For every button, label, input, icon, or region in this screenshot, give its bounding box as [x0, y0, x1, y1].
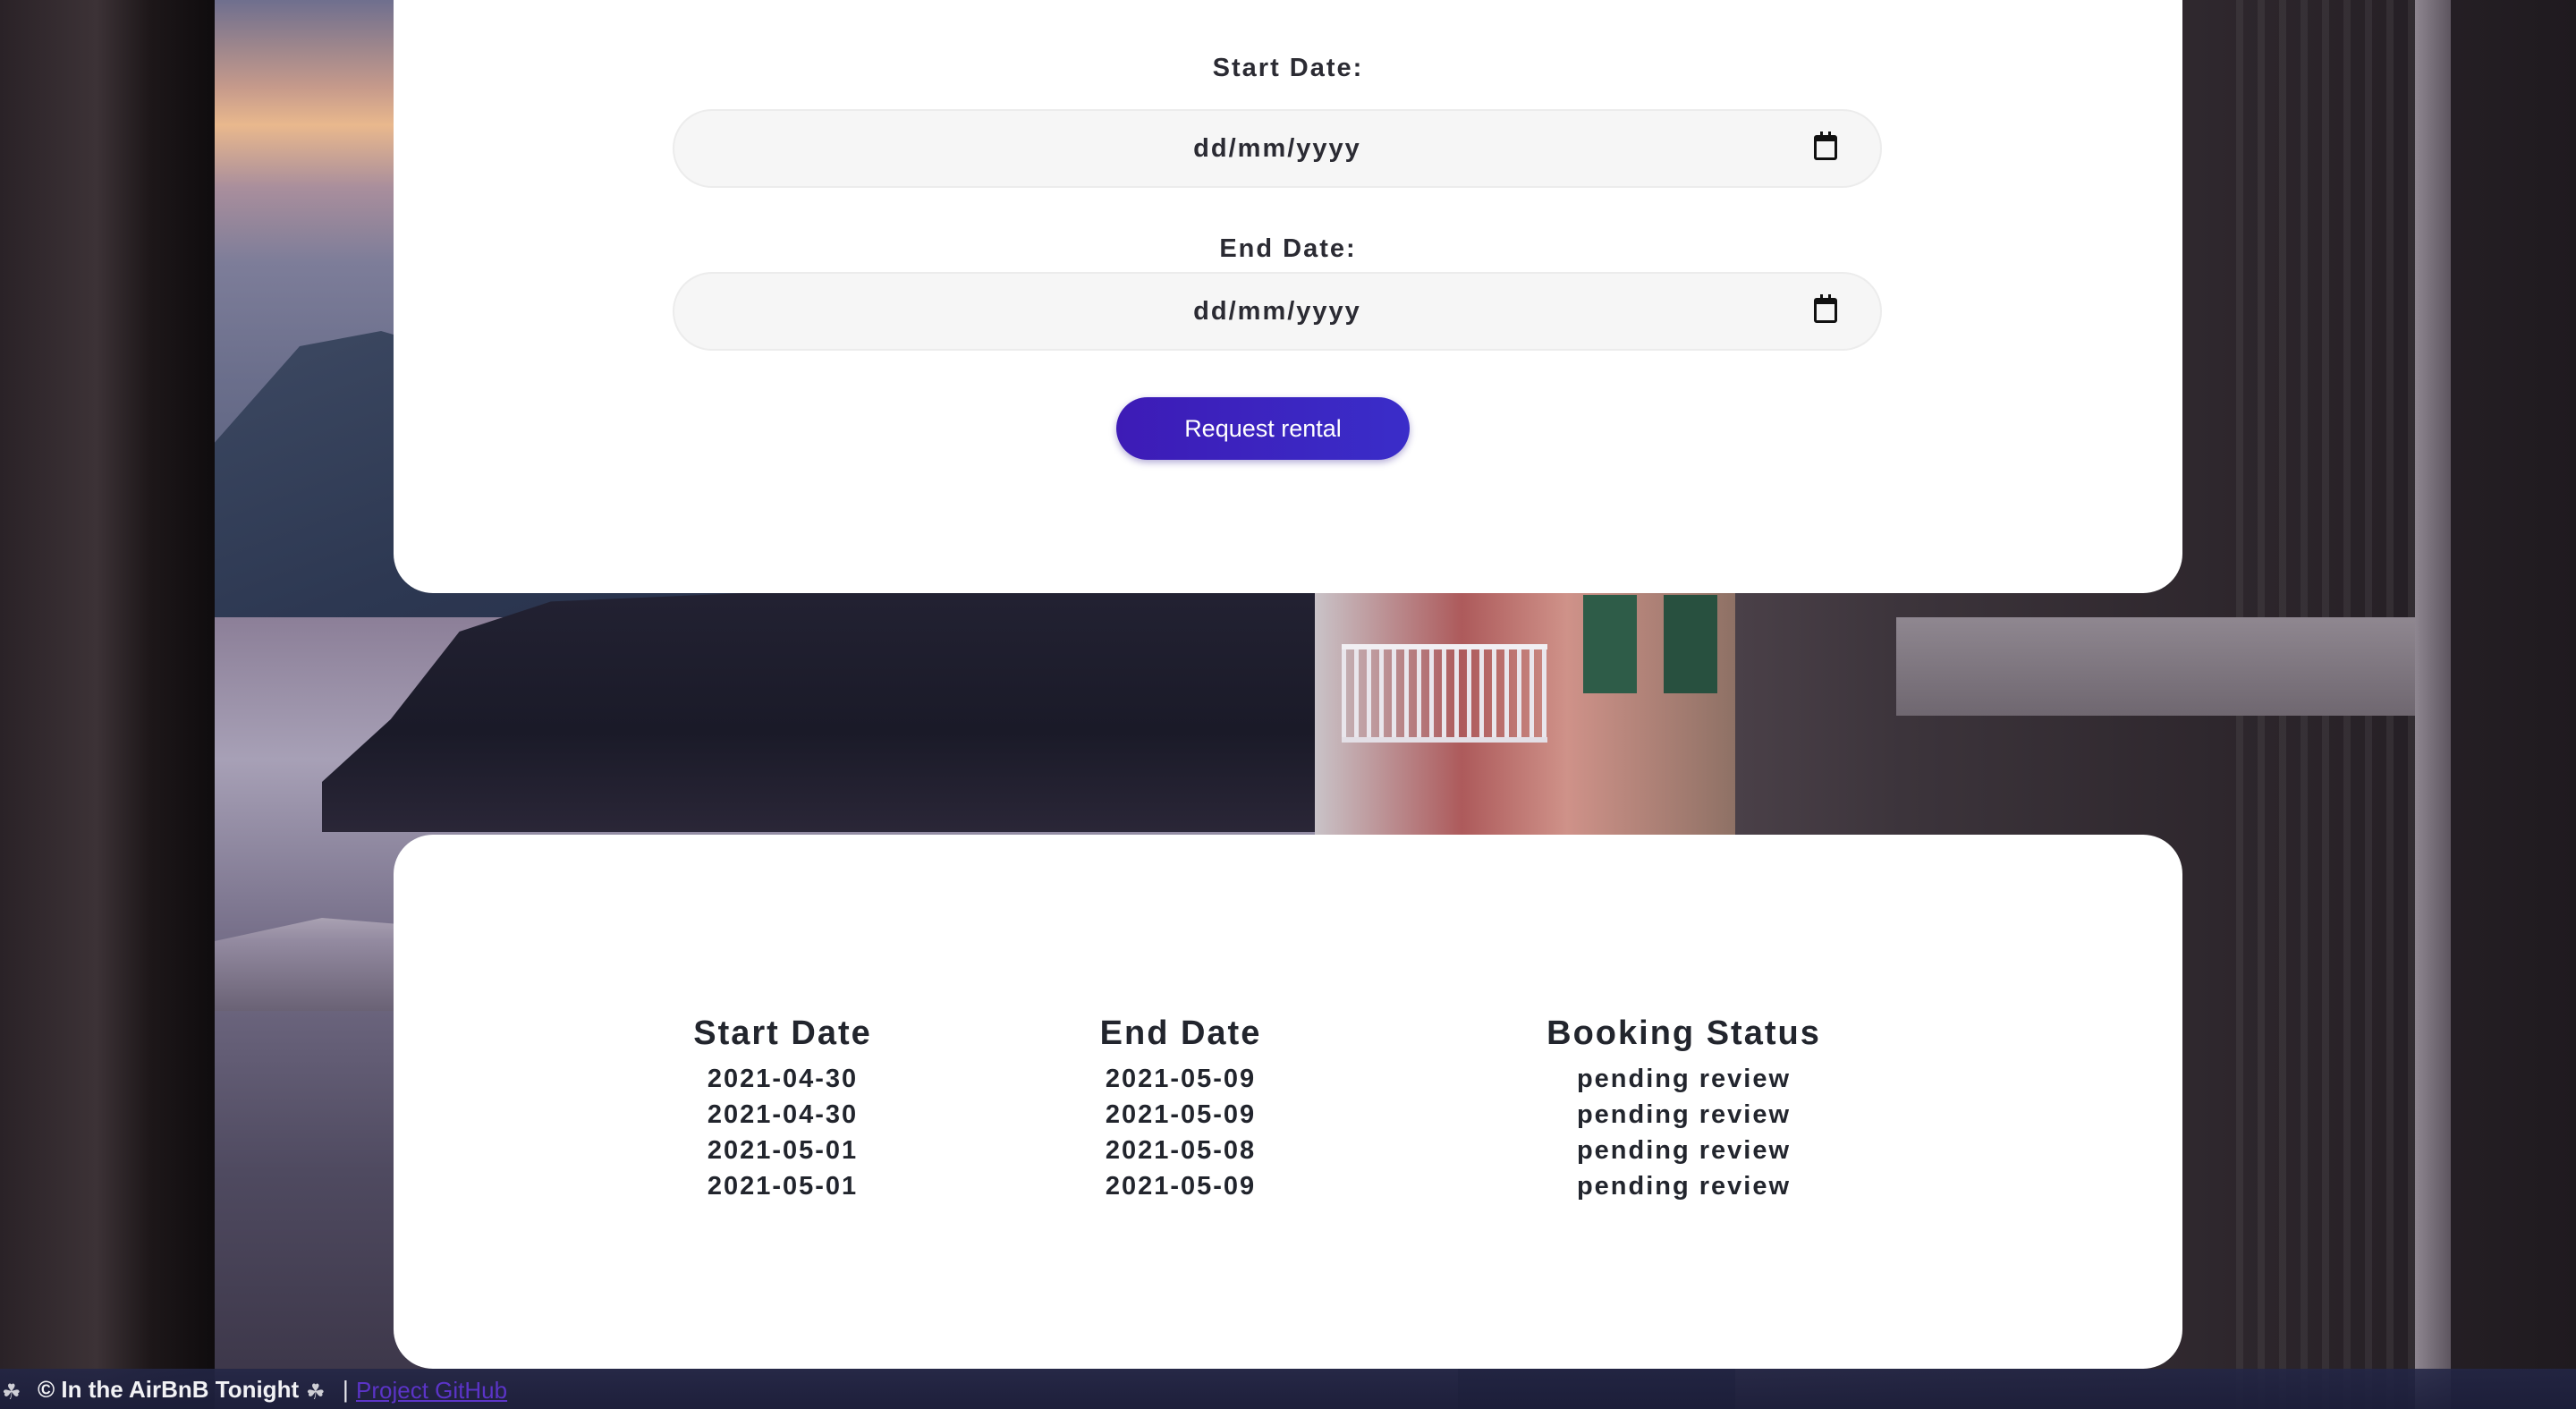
balcony	[1342, 644, 1547, 743]
table-cell-end-date: 2021-05-08	[1105, 1136, 1257, 1165]
end-date-label: End Date:	[1219, 234, 1357, 263]
table-cell-status: pending review	[1576, 1172, 1792, 1201]
end-date-input[interactable]: dd/mm/yyyy	[673, 272, 1882, 351]
window-shutter	[1583, 595, 1637, 693]
table-cell-start-date: 2021-04-30	[707, 1100, 859, 1129]
leaf-icon: ☘	[306, 1380, 326, 1405]
table-cell-end-date: 2021-05-09	[1105, 1065, 1257, 1093]
footer: ☘ © In the AirBnB Tonight ☘ | Project Gi…	[0, 1369, 2576, 1409]
project-github-link[interactable]: Project GitHub	[356, 1377, 507, 1405]
table-cell-status: pending review	[1576, 1100, 1792, 1129]
window-frame-bar	[1896, 617, 2433, 716]
leaf-icon: ☘	[2, 1380, 21, 1405]
table-cell-end-date: 2021-05-09	[1105, 1100, 1257, 1129]
window-frame-left	[0, 0, 215, 1409]
start-date-label: Start Date:	[1212, 54, 1364, 82]
column-header-start-date: Start Date	[693, 1014, 872, 1052]
column-header-booking-status: Booking Status	[1546, 1014, 1821, 1052]
window-frame-post	[2415, 0, 2451, 1409]
request-rental-button[interactable]: Request rental	[1116, 397, 1410, 460]
table-cell-start-date: 2021-04-30	[707, 1065, 859, 1093]
column-header-end-date: End Date	[1099, 1014, 1262, 1052]
calendar-icon[interactable]	[1814, 132, 1837, 160]
table-cell-end-date: 2021-05-09	[1105, 1172, 1257, 1201]
table-cell-status: pending review	[1576, 1065, 1792, 1093]
table-cell-start-date: 2021-05-01	[707, 1136, 859, 1165]
bookings-card	[394, 835, 2182, 1369]
footer-copyright: © In the AirBnB Tonight	[38, 1376, 300, 1403]
end-date-placeholder: dd/mm/yyyy	[1193, 297, 1361, 326]
rental-form-card: Start Date: dd/mm/yyyy End Date: dd/mm/y…	[394, 0, 2182, 593]
start-date-input[interactable]: dd/mm/yyyy	[673, 109, 1882, 188]
footer-separator: |	[343, 1376, 349, 1403]
calendar-icon[interactable]	[1814, 294, 1837, 323]
building	[1315, 590, 1735, 836]
window-shutter	[1664, 595, 1717, 693]
table-cell-status: pending review	[1576, 1136, 1792, 1165]
table-cell-start-date: 2021-05-01	[707, 1172, 859, 1201]
start-date-placeholder: dd/mm/yyyy	[1193, 134, 1361, 163]
